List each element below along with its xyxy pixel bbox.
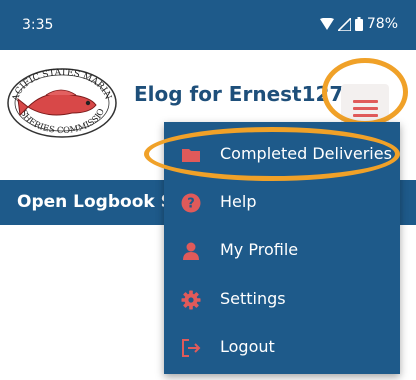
sub-bar-title: Open Logbook S xyxy=(17,192,173,212)
menu-item-logout[interactable]: Logout xyxy=(164,325,400,369)
wifi-icon xyxy=(319,18,334,30)
menu-item-help[interactable]: ? Help xyxy=(164,180,400,224)
status-icons: 78% xyxy=(319,16,398,32)
battery-percent: 78% xyxy=(366,16,398,32)
menu-item-label: Help xyxy=(220,192,257,211)
annotation-circle xyxy=(322,58,408,126)
status-time: 3:35 xyxy=(22,17,54,33)
annotation-oval xyxy=(144,127,400,181)
menu-item-label: Logout xyxy=(220,337,275,356)
svg-text:?: ? xyxy=(187,197,195,212)
menu-item-label: My Profile xyxy=(220,240,299,259)
menu-item-my-profile[interactable]: My Profile xyxy=(164,228,400,272)
app-title: Elog for Ernest127 xyxy=(134,82,344,106)
status-bar: 3:35 78% xyxy=(0,0,416,50)
signal-icon xyxy=(337,17,351,31)
logout-icon xyxy=(181,338,201,358)
app-logo: PACIFIC STATES MARINE FISHERIES COMMISSI… xyxy=(2,60,118,139)
help-circle-icon: ? xyxy=(181,193,201,213)
person-icon xyxy=(181,241,201,261)
menu-item-settings[interactable]: Settings xyxy=(164,277,400,321)
gear-icon xyxy=(181,290,201,310)
menu-item-label: Settings xyxy=(220,289,286,308)
battery-icon xyxy=(354,17,363,31)
